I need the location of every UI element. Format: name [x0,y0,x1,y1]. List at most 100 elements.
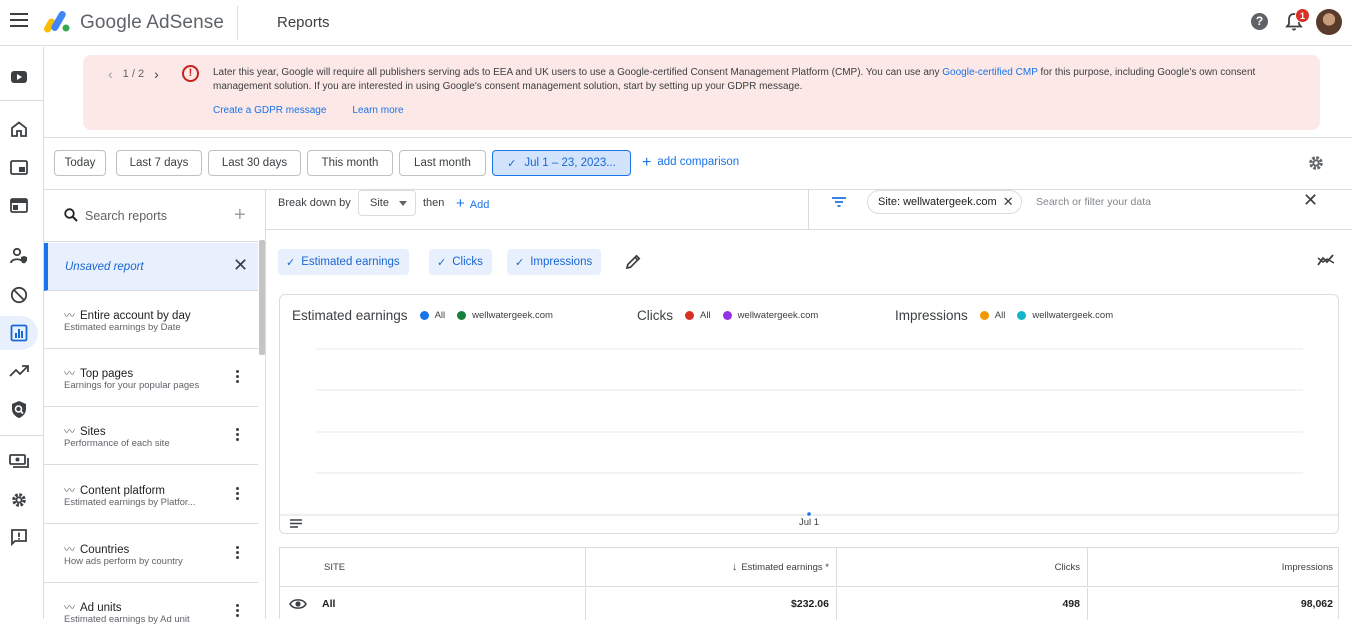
rail-item-optimization[interactable] [0,354,38,388]
report-item[interactable]: 〰 Top pages Earnings for your popular pag… [44,349,258,407]
home-icon [11,121,27,137]
data-point[interactable] [807,512,811,516]
chevron-right-icon[interactable]: › [154,66,159,82]
rail-item-account[interactable] [0,483,38,517]
legend-group-estimated-earnings: Estimated earnings All wellwatergeek.com [292,308,565,323]
rail-item-privacy[interactable] [0,239,38,273]
legend-label: All [700,310,711,321]
rail-item-policy-center[interactable] [0,392,38,426]
date-chip-last-7-days[interactable]: Last 7 days [116,150,202,176]
check-icon: ✓ [515,256,525,269]
breakdown-dimension-select[interactable]: Site [358,190,416,216]
brand-divider [237,6,238,40]
filter-search-input[interactable]: Search or filter your data [1036,196,1151,208]
menu-icon[interactable] [10,13,28,27]
add-comparison-button[interactable]: + add comparison [642,154,739,170]
new-report-plus-icon[interactable]: + [234,204,246,227]
search-reports-input[interactable]: Search reports [85,209,167,223]
chevron-left-icon[interactable]: ‹ [108,66,113,82]
legend-item[interactable]: All [979,310,1005,321]
rail-item-sites[interactable] [0,188,38,222]
visibility-eye-icon[interactable] [289,598,307,610]
report-item[interactable]: 〰 Sites Performance of each site [44,407,258,465]
column-header-impressions[interactable]: Impressions [1088,548,1339,587]
metric-chip-clicks[interactable]: ✓ Clicks [429,249,492,275]
breakdown-label: Break down by [278,197,351,209]
report-item[interactable]: 〰 Content platform Estimated earnings by … [44,466,258,524]
site-filter-chip[interactable]: Site: wellwatergeek.com ✕ [867,190,1022,214]
table-cell-earnings: $232.06 [586,588,837,620]
metric-label: Impressions [530,256,593,268]
rail-item-reports[interactable] [0,316,38,350]
rail-item-blocking-controls[interactable] [0,278,38,312]
report-subtitle: Estimated earnings by Date [64,322,181,333]
date-chip-custom-range[interactable]: ✓ Jul 1 – 23, 2023... [492,150,631,176]
avatar[interactable] [1316,9,1342,35]
remove-filter-icon[interactable]: ✕ [1003,191,1014,213]
legend-item[interactable]: wellwatergeek.com [722,310,819,321]
column-header-label: SITE [324,561,346,573]
settings-gear-icon[interactable] [1307,154,1325,172]
date-chip-today[interactable]: Today [54,150,106,176]
rail-item-home[interactable] [0,112,38,146]
date-chip-last-30-days[interactable]: Last 30 days [208,150,301,176]
rail-item-videos[interactable] [0,60,38,94]
legend-group-title: Impressions [895,308,968,323]
rail-item-ads[interactable] [0,150,38,184]
google-certified-cmp-link[interactable]: Google-certified CMP [942,67,1037,78]
report-subtitle: Earnings for your popular pages [64,380,200,391]
more-vert-icon[interactable] [236,546,240,561]
rail-item-payments[interactable] [0,444,38,478]
legend-item[interactable]: All [685,310,711,321]
report-item[interactable]: 〰 Ad units Estimated earnings by Ad unit [44,583,258,641]
legend-item[interactable]: wellwatergeek.com [1017,310,1113,321]
check-icon: ✓ [286,256,296,269]
panel-scrollbar[interactable] [259,240,265,355]
create-gdpr-message-link[interactable]: Create a GDPR message [213,105,326,116]
site-filter-label: Site: wellwatergeek.com [878,196,997,208]
metric-chip-estimated-earnings[interactable]: ✓ Estimated earnings [278,249,409,275]
block-icon [10,286,28,304]
date-chip-last-month[interactable]: Last month [399,150,486,176]
legend-dot [1017,311,1027,320]
more-vert-icon[interactable] [236,370,240,385]
search-reports[interactable]: Search reports + [44,190,258,242]
then-label: then [423,197,445,209]
column-header-clicks[interactable]: Clicks [837,548,1088,587]
reports-chart-icon [10,324,28,342]
rail-item-feedback[interactable] [0,520,38,554]
sparkline-icon: 〰 [64,544,75,556]
report-item[interactable]: 〰 Countries How ads perform by country [44,525,258,583]
table-row[interactable]: All [280,588,586,620]
date-chip-this-month[interactable]: This month [307,150,393,176]
more-vert-icon[interactable] [236,487,240,502]
close-icon[interactable]: ✕ [233,255,248,276]
x-axis-tick: Jul 1 [799,517,820,528]
brand-name: Google AdSense [80,12,225,33]
metric-chip-impressions[interactable]: ✓ Impressions [507,249,602,275]
filter-icon[interactable] [831,195,847,209]
legend-group-title: Estimated earnings [292,308,408,323]
more-vert-icon[interactable] [236,428,240,443]
column-header-site[interactable]: SITE [280,548,586,587]
video-icon [11,71,27,83]
edit-pencil-icon[interactable] [625,253,642,270]
legend-item[interactable]: All [419,310,445,321]
chart-lines-menu-icon[interactable] [290,519,302,528]
trend-toggle-icon[interactable] [1317,253,1335,267]
check-icon: ✓ [507,157,517,170]
payments-icon [9,454,29,468]
clear-filters-icon[interactable]: ✕ [1303,190,1318,211]
column-header-estimated-earnings[interactable]: ↓ Estimated earnings * [586,548,837,587]
add-breakdown-button[interactable]: + Add [456,195,489,212]
learn-more-link[interactable]: Learn more [352,105,403,116]
more-vert-icon[interactable] [236,604,240,619]
help-icon[interactable]: ? [1251,13,1268,30]
report-title: Sites [80,426,106,438]
legend-item[interactable]: wellwatergeek.com [457,310,553,321]
search-icon [64,208,78,222]
report-item[interactable]: 〰 Entire account by day Estimated earning… [44,291,258,349]
legend-label: wellwatergeek.com [737,310,819,321]
unsaved-report-item[interactable]: Unsaved report ✕ [44,243,258,291]
breakdown-bar: Break down by Site then + Add Site: wellw… [266,189,1352,230]
